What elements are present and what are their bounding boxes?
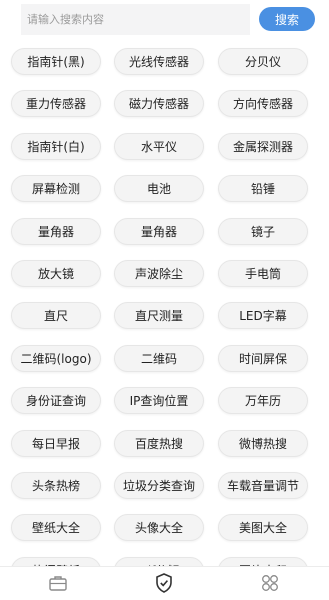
tool-button[interactable]: 磁力传感器 xyxy=(114,90,204,117)
tool-button[interactable]: 热门壁纸 xyxy=(11,557,101,566)
tool-button[interactable]: 直尺 xyxy=(11,302,101,329)
bottom-nav xyxy=(0,566,329,600)
search-bar: 搜索 xyxy=(0,0,329,40)
tool-button[interactable]: 垃圾分类查询 xyxy=(114,472,204,499)
tool-button[interactable]: 指南针(黑) xyxy=(11,48,101,75)
tool-button[interactable]: 电池 xyxy=(114,175,204,202)
tool-button[interactable]: 镜子 xyxy=(218,218,308,245)
nav-toolbox[interactable] xyxy=(46,572,70,594)
tool-button[interactable]: 铅锤 xyxy=(218,175,308,202)
tool-button[interactable]: 头条热榜 xyxy=(11,472,101,499)
tool-button[interactable]: 屏幕检测 xyxy=(11,175,101,202)
tool-button[interactable]: 光线传感器 xyxy=(114,48,204,75)
tool-button[interactable]: 二维码 xyxy=(114,345,204,372)
tool-button[interactable]: 指南针(白) xyxy=(11,133,101,160)
tool-grid: 指南针(黑) 光线传感器 分贝仪重力传感器 磁力传感器 方向传感器指南针(白) 水平仪 金属… xyxy=(0,0,329,566)
tool-button[interactable]: 手电筒 xyxy=(218,260,308,287)
shield-check-icon xyxy=(156,573,172,593)
tool-button[interactable]: 声波除尘 xyxy=(114,260,204,287)
nav-security[interactable] xyxy=(152,572,176,594)
tool-button[interactable]: 重力传感器 xyxy=(11,90,101,117)
tool-button[interactable]: 美图大全 xyxy=(218,514,308,541)
tool-button[interactable]: Gif分解 xyxy=(114,557,204,566)
tool-button[interactable]: 身份证查询 xyxy=(11,387,101,414)
tool-button[interactable]: 分贝仪 xyxy=(218,48,308,75)
tool-button[interactable]: 二维码(logo) xyxy=(11,345,101,372)
tool-button[interactable]: 水平仪 xyxy=(114,133,204,160)
briefcase-icon xyxy=(49,576,67,591)
search-input[interactable] xyxy=(21,4,250,35)
tool-button[interactable]: 车载音量调节 xyxy=(218,472,308,499)
tool-button[interactable]: 头像大全 xyxy=(114,514,204,541)
tool-button[interactable]: 量角器 xyxy=(11,218,101,245)
tool-button[interactable]: 量角器 xyxy=(114,218,204,245)
tool-button[interactable]: 百度热搜 xyxy=(114,430,204,457)
tool-button[interactable]: 时间屏保 xyxy=(218,345,308,372)
tool-button[interactable]: 直尺测量 xyxy=(114,302,204,329)
tool-button[interactable]: LED字幕 xyxy=(218,302,308,329)
search-button[interactable]: 搜索 xyxy=(259,7,315,31)
tool-button[interactable]: 微博热搜 xyxy=(218,430,308,457)
nav-more[interactable] xyxy=(258,572,282,594)
tool-button[interactable]: 每日早报 xyxy=(11,430,101,457)
tool-button[interactable]: 壁纸大全 xyxy=(11,514,101,541)
tool-button[interactable]: 方向传感器 xyxy=(218,90,308,117)
tool-button[interactable]: 万年历 xyxy=(218,387,308,414)
tool-button[interactable]: 图片水印 xyxy=(218,557,308,566)
four-circles-icon xyxy=(262,575,278,591)
tool-button[interactable]: 放大镜 xyxy=(11,260,101,287)
tool-button[interactable]: IP查询位置 xyxy=(114,387,204,414)
tool-button[interactable]: 金属探测器 xyxy=(218,133,308,160)
